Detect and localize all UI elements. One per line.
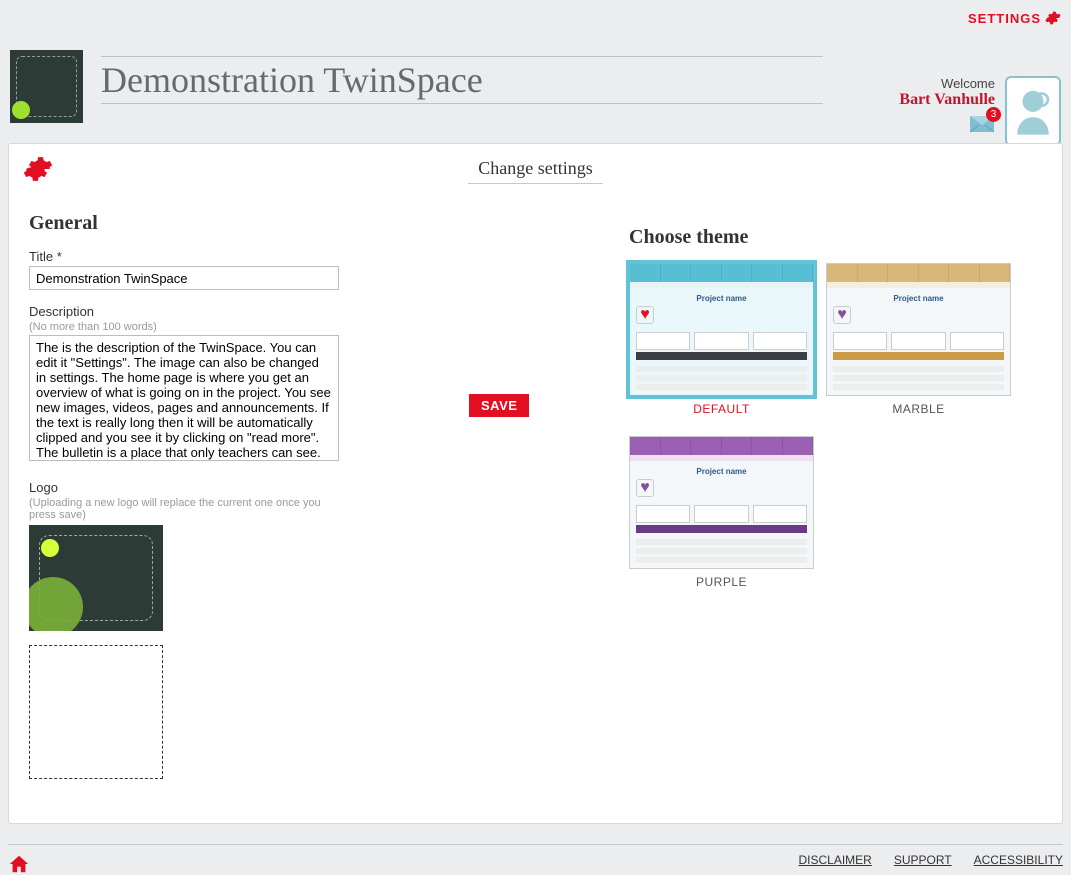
theme-label: DEFAULT xyxy=(629,402,814,416)
theme-thumb: Project name ♥ xyxy=(629,436,814,569)
footer-links: DISCLAIMER SUPPORT ACCESSIBILITY xyxy=(798,853,1063,867)
theme-preview-title: Project name xyxy=(636,467,807,476)
logo-hint: (Uploading a new logo will replace the c… xyxy=(29,497,349,521)
avatar[interactable] xyxy=(1005,76,1061,146)
settings-label: SETTINGS xyxy=(968,11,1041,26)
home-icon[interactable] xyxy=(8,853,30,875)
heart-icon: ♥ xyxy=(833,306,851,324)
gear-icon xyxy=(1045,10,1061,26)
logo-label: Logo xyxy=(29,480,349,495)
description-label: Description xyxy=(29,304,349,319)
description-hint: (No more than 100 words) xyxy=(29,321,349,333)
general-heading: General xyxy=(29,212,349,235)
settings-link[interactable]: SETTINGS xyxy=(968,10,1061,26)
notification-badge: 3 xyxy=(986,107,1001,122)
theme-grid: Project name♥DEFAULTProject name♥MARBLEP… xyxy=(629,263,1071,589)
theme-preview-title: Project name xyxy=(833,294,1004,303)
title-input[interactable] xyxy=(29,266,339,290)
heart-icon: ♥ xyxy=(636,306,654,324)
save-button[interactable]: SAVE xyxy=(469,394,529,417)
project-logo-thumb xyxy=(10,50,83,123)
theme-card-marble[interactable]: Project name ♥ MARBLE xyxy=(826,263,1011,416)
theme-label: PURPLE xyxy=(629,575,814,589)
theme-thumb: Project name ♥ xyxy=(629,263,814,396)
panel-title: Change settings xyxy=(468,158,603,184)
description-textarea[interactable] xyxy=(29,335,339,461)
current-logo-preview xyxy=(29,525,163,631)
settings-panel: Change settings SAVE General Title * Des… xyxy=(8,143,1063,824)
footer-link-disclaimer[interactable]: DISCLAIMER xyxy=(798,853,871,867)
theme-heading: Choose theme xyxy=(629,226,1071,249)
username[interactable]: Bart Vanhulle xyxy=(899,91,995,109)
footer-link-accessibility[interactable]: ACCESSIBILITY xyxy=(974,853,1063,867)
theme-label: MARBLE xyxy=(826,402,1011,416)
heart-icon: ♥ xyxy=(636,479,654,497)
theme-preview-title: Project name xyxy=(636,294,807,303)
mail-icon[interactable]: 3 xyxy=(969,115,995,133)
page-title: Demonstration TwinSpace xyxy=(101,56,823,104)
gear-icon xyxy=(23,154,53,184)
logo-upload-dropzone[interactable] xyxy=(29,645,163,779)
theme-card-purple[interactable]: Project name ♥ PURPLE xyxy=(629,436,814,589)
welcome-label: Welcome xyxy=(899,76,995,91)
title-label: Title * xyxy=(29,249,349,264)
footer-link-support[interactable]: SUPPORT xyxy=(894,853,952,867)
theme-card-default[interactable]: Project name ♥ DEFAULT xyxy=(629,263,814,416)
theme-thumb: Project name ♥ xyxy=(826,263,1011,396)
